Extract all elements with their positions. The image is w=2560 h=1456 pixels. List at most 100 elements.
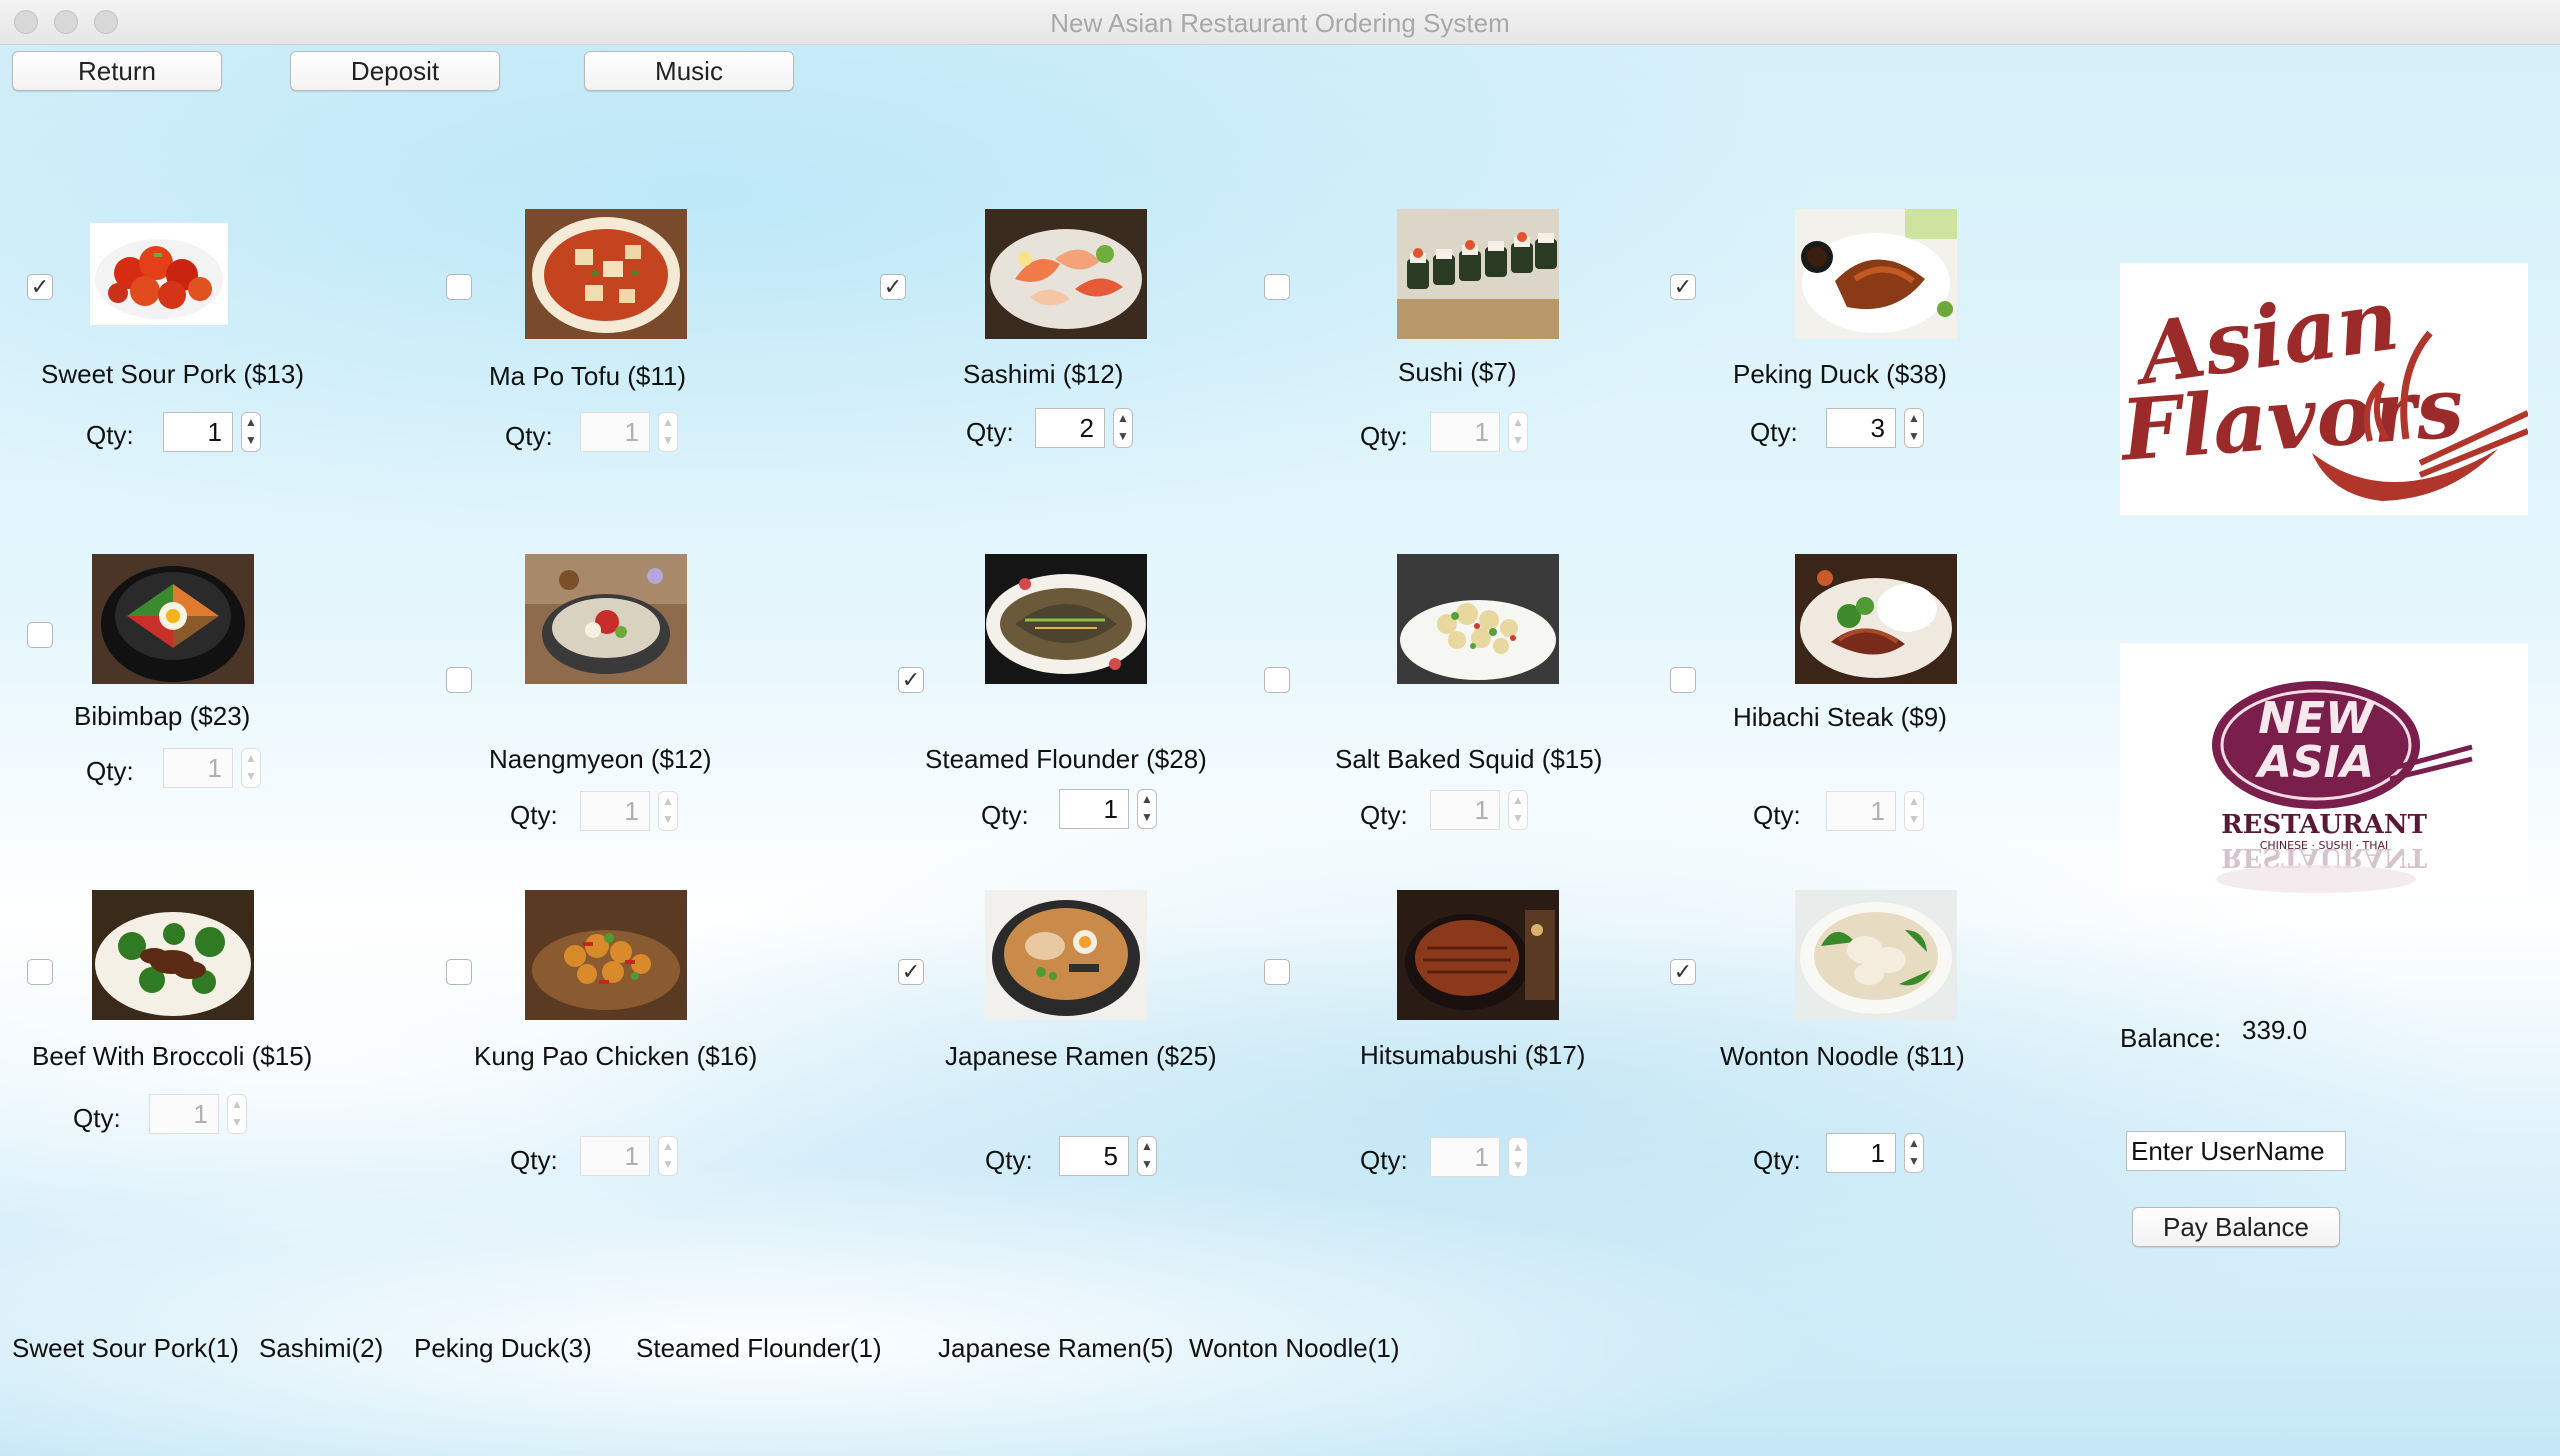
dish-checkbox[interactable]: ✓ — [27, 274, 53, 300]
qty-stepper-field[interactable]: 1 — [1059, 789, 1129, 829]
qty-stepper-field[interactable]: 1 — [163, 412, 233, 452]
qty-stepper-field[interactable]: 1 — [1826, 791, 1896, 831]
qty-stepper-field[interactable]: 1 — [163, 748, 233, 788]
dish-image-naengmyeon — [525, 554, 687, 684]
qty-stepper-field[interactable]: 1 — [580, 412, 650, 452]
dish-checkbox[interactable] — [446, 667, 472, 693]
qty-stepper-field[interactable]: 1 — [580, 791, 650, 831]
qty-stepper-field[interactable]: 3 — [1826, 408, 1896, 448]
spin-up-icon: ▲ — [662, 794, 674, 808]
qty-stepper-field[interactable]: 1 — [580, 1136, 650, 1176]
spin-up-icon: ▲ — [1141, 1139, 1153, 1153]
qty-label: Qty: — [1360, 800, 1408, 830]
qty-stepper-field[interactable]: 1 — [1430, 790, 1500, 830]
window-title: New Asian Restaurant Ordering System — [1050, 8, 1510, 38]
dish-checkbox[interactable] — [27, 959, 53, 985]
spin-down-icon: ▼ — [662, 433, 674, 447]
username-field[interactable] — [2126, 1131, 2346, 1171]
title-bar: New Asian Restaurant Ordering System — [0, 0, 2560, 45]
dish-image-wonton-noodle — [1795, 890, 1957, 1020]
dish-image-sashimi — [985, 209, 1147, 339]
spin-up-icon: ▲ — [1512, 1140, 1524, 1154]
qty-stepper-arrows[interactable]: ▲ ▼ — [1904, 791, 1924, 831]
dish-checkbox[interactable] — [1264, 667, 1290, 693]
qty-stepper-arrows[interactable]: ▲ ▼ — [1904, 408, 1924, 448]
dish-image-steamed-flounder — [985, 554, 1147, 684]
qty-stepper-field[interactable]: 5 — [1059, 1136, 1129, 1176]
new-asia-logo: NEW ASIA RESTAURANT CHINESE · SUSHI · TH… — [2120, 643, 2528, 895]
qty-label: Qty: — [1750, 417, 1798, 447]
spin-down-icon: ▼ — [662, 812, 674, 826]
order-summary-item: Sashimi(2) — [259, 1333, 384, 1363]
qty-stepper-field[interactable]: 2 — [1035, 408, 1105, 448]
qty-stepper-arrows[interactable]: ▲ ▼ — [241, 748, 261, 788]
qty-stepper-arrows[interactable]: ▲ ▼ — [658, 791, 678, 831]
qty-label: Qty: — [1753, 800, 1801, 830]
dish-label: Steamed Flounder ($28) — [925, 744, 1207, 774]
dish-label: Ma Po Tofu ($11) — [489, 361, 687, 391]
dish-image-ma-po-tofu — [525, 209, 687, 339]
spin-up-icon: ▲ — [245, 751, 257, 765]
qty-stepper-arrows[interactable]: ▲ ▼ — [1508, 790, 1528, 830]
qty-label: Qty: — [981, 800, 1029, 830]
qty-stepper-arrows[interactable]: ▲ ▼ — [1508, 1137, 1528, 1177]
qty-stepper-arrows[interactable]: ▲ ▼ — [1904, 1133, 1924, 1173]
dish-label: Sashimi ($12) — [963, 359, 1124, 389]
deposit-button[interactable]: Deposit — [290, 51, 500, 91]
qty-stepper-arrows[interactable]: ▲ ▼ — [1137, 1136, 1157, 1176]
dish-label: Wonton Noodle ($11) — [1720, 1041, 1965, 1071]
qty-stepper-arrows[interactable]: ▲ ▼ — [658, 1136, 678, 1176]
qty-stepper-arrows[interactable]: ▲ ▼ — [1137, 789, 1157, 829]
dish-label: Naengmyeon ($12) — [489, 744, 712, 774]
qty-label: Qty: — [510, 1145, 558, 1175]
spin-down-icon: ▼ — [245, 433, 257, 447]
dish-checkbox[interactable] — [446, 274, 472, 300]
qty-stepper-arrows[interactable]: ▲ ▼ — [1113, 408, 1133, 448]
dish-image-sushi — [1397, 209, 1559, 339]
dish-checkbox[interactable] — [27, 622, 53, 648]
dish-label: Bibimbap ($23) — [74, 701, 251, 731]
dish-checkbox[interactable]: ✓ — [898, 959, 924, 985]
dish-checkbox[interactable]: ✓ — [1670, 274, 1696, 300]
music-button[interactable]: Music — [584, 51, 794, 91]
spin-up-icon: ▲ — [1908, 411, 1920, 425]
spin-down-icon: ▼ — [1117, 429, 1129, 443]
spin-down-icon: ▼ — [1141, 810, 1153, 824]
qty-stepper-arrows[interactable]: ▲ ▼ — [227, 1094, 247, 1134]
checkmark-icon: ✓ — [1673, 274, 1693, 299]
qty-stepper-field[interactable]: 1 — [1430, 1137, 1500, 1177]
order-summary-item: Peking Duck(3) — [414, 1333, 592, 1363]
dish-checkbox[interactable]: ✓ — [880, 274, 906, 300]
spin-up-icon: ▲ — [1512, 415, 1524, 429]
dish-checkbox[interactable]: ✓ — [1670, 959, 1696, 985]
spin-down-icon: ▼ — [1908, 429, 1920, 443]
qty-stepper-field[interactable]: 1 — [1430, 412, 1500, 452]
checkmark-icon: ✓ — [30, 274, 50, 299]
spin-down-icon: ▼ — [1512, 433, 1524, 447]
spin-up-icon: ▲ — [1117, 411, 1129, 425]
qty-stepper-arrows[interactable]: ▲ ▼ — [241, 412, 261, 452]
qty-stepper-field[interactable]: 1 — [149, 1094, 219, 1134]
qty-label: Qty: — [1360, 1145, 1408, 1175]
dish-checkbox[interactable] — [1264, 959, 1290, 985]
dish-checkbox[interactable] — [1670, 667, 1696, 693]
spin-up-icon: ▲ — [662, 415, 674, 429]
qty-stepper-arrows[interactable]: ▲ ▼ — [1508, 412, 1528, 452]
dish-image-peking-duck — [1795, 209, 1957, 339]
dish-image-beef-with-broccoli — [92, 890, 254, 1020]
dish-checkbox[interactable] — [446, 959, 472, 985]
dish-label: Kung Pao Chicken ($16) — [474, 1041, 758, 1071]
checkmark-icon: ✓ — [901, 667, 921, 692]
dish-checkbox[interactable]: ✓ — [898, 667, 924, 693]
qty-stepper-arrows[interactable]: ▲ ▼ — [658, 412, 678, 452]
qty-stepper-field[interactable]: 1 — [1826, 1133, 1896, 1173]
spin-down-icon: ▼ — [1141, 1157, 1153, 1171]
spin-up-icon: ▲ — [1908, 1136, 1920, 1150]
return-button[interactable]: Return — [12, 51, 222, 91]
spin-up-icon: ▲ — [231, 1097, 243, 1111]
order-summary-item: Steamed Flounder(1) — [636, 1333, 882, 1363]
spin-up-icon: ▲ — [662, 1139, 674, 1153]
pay-balance-button[interactable]: Pay Balance — [2132, 1207, 2340, 1247]
dish-checkbox[interactable] — [1264, 274, 1290, 300]
order-summary-item: Japanese Ramen(5) — [938, 1333, 1174, 1363]
